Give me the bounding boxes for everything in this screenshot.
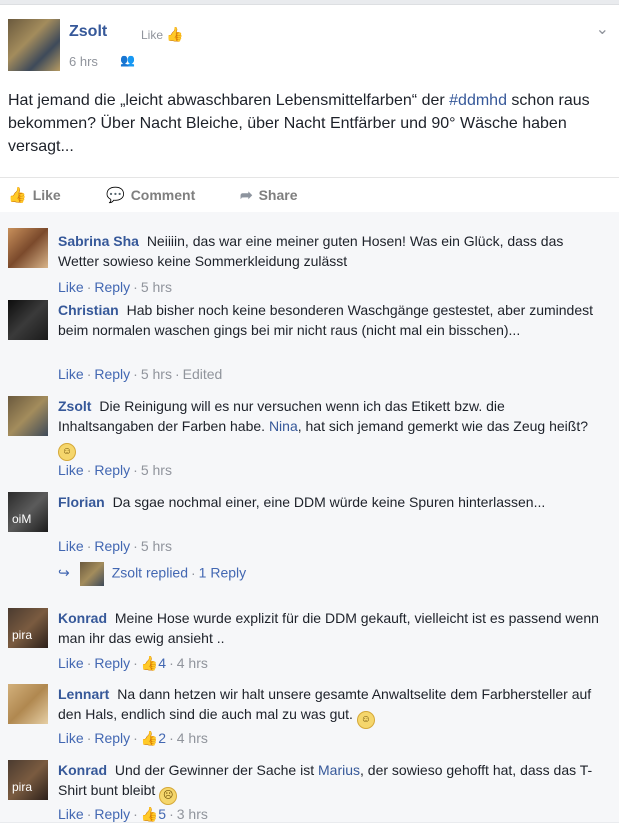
commenter-name[interactable]: Sabrina Sha xyxy=(58,233,139,249)
avatar xyxy=(79,562,104,586)
comment-body: , hat sich jemand gemerkt wie das Zeug h… xyxy=(297,418,588,434)
avatar[interactable] xyxy=(8,228,48,268)
comment-reply-link[interactable]: Reply xyxy=(94,806,130,822)
commenter-name[interactable]: Christian xyxy=(58,302,119,318)
commenter-name[interactable]: Konrad xyxy=(58,762,107,778)
avatar[interactable]: oiM xyxy=(8,492,48,532)
like-count[interactable]: 2 xyxy=(158,730,166,746)
post-text: Hat jemand die „leicht abwaschbaren Lebe… xyxy=(8,89,608,158)
comment-meta: Like · Reply · 5 hrs xyxy=(58,462,172,478)
hashtag-link[interactable]: #ddmhd xyxy=(449,92,507,109)
avatar-label: pira xyxy=(12,628,33,642)
comment-like-link[interactable]: Like xyxy=(58,655,84,671)
comment-text: Konrad Und der Gewinner der Sache ist Ma… xyxy=(58,760,603,805)
comment-like-link[interactable]: Like xyxy=(58,730,84,746)
avatar[interactable]: pira xyxy=(8,760,48,800)
comment-reply-link[interactable]: Reply xyxy=(94,538,130,554)
comment-text: Lennart Na dann hetzen wir halt unsere g… xyxy=(58,684,603,729)
comment-like-link[interactable]: Like xyxy=(58,806,84,822)
comment-text: Christian Hab bisher noch keine besonder… xyxy=(58,300,603,340)
comment-time[interactable]: 4 hrs xyxy=(177,730,208,746)
comment-label: Comment xyxy=(130,187,196,203)
comment-button[interactable]: 💬 Comment xyxy=(106,186,195,204)
commenter-name[interactable]: Konrad xyxy=(58,610,107,626)
comment-meta: Like · Reply · 5 hrs · Edited xyxy=(58,366,223,382)
like-count-icon: 👍 xyxy=(140,655,159,671)
mention-link[interactable]: Marius xyxy=(318,762,360,778)
comment-reply-link[interactable]: Reply xyxy=(94,730,130,746)
post-time[interactable]: 6 hrs xyxy=(69,54,98,69)
like-label: Like xyxy=(32,187,61,203)
share-label: Share xyxy=(258,187,298,203)
mention-link[interactable]: Nina xyxy=(269,418,298,434)
edited-label[interactable]: Edited xyxy=(183,366,223,382)
comment-time[interactable]: 5 hrs xyxy=(141,366,172,382)
like-count[interactable]: 4 xyxy=(158,655,166,671)
like-page-link[interactable]: Like xyxy=(141,28,163,42)
like-count-icon: 👍 xyxy=(140,730,159,746)
share-button[interactable]: ➦ Share xyxy=(240,186,298,204)
comment-text: Florian Da sgae nochmal einer, eine DDM … xyxy=(58,492,603,512)
avatar[interactable]: pira xyxy=(8,608,48,648)
post-author[interactable]: Zsolt xyxy=(69,23,107,41)
author-avatar[interactable] xyxy=(8,19,60,71)
comments-section: Sabrina Sha Neiiiin, das war eine meiner… xyxy=(0,212,619,822)
comment-reply-link[interactable]: Reply xyxy=(94,462,130,478)
comment-body: Na dann hetzen wir halt unsere gesamte A… xyxy=(58,686,592,722)
post-card: Zsolt Like 👍 6 hrs 👥 ⌄ Hat jemand die „l… xyxy=(0,4,619,822)
thumbs-up-icon: 👍 xyxy=(166,26,184,42)
avatar[interactable] xyxy=(8,300,48,340)
post-header: Zsolt Like 👍 6 hrs 👥 ⌄ xyxy=(8,19,611,71)
comment-like-link[interactable]: Like xyxy=(58,366,84,382)
commenter-name[interactable]: Florian xyxy=(58,494,105,510)
post-actions: 👍 Like 💬 Comment ➦ Share xyxy=(0,177,619,213)
comment-reply-link[interactable]: Reply xyxy=(94,279,130,295)
replies-row[interactable]: ↪ Zsolt replied · 1 Reply xyxy=(58,562,246,586)
comment-icon: 💬 xyxy=(106,187,125,204)
smile-emoji-icon: ☺ xyxy=(58,443,76,461)
comment-body: Da sgae nochmal einer, eine DDM würde ke… xyxy=(112,494,546,510)
comment-body: Meine Hose wurde explizit für die DDM ge… xyxy=(58,610,599,646)
avatar-label: oiM xyxy=(12,512,32,526)
comment-text: Zsolt Die Reinigung will es nur versuche… xyxy=(58,396,603,461)
chevron-down-icon[interactable]: ⌄ xyxy=(596,19,609,39)
comment-like-link[interactable]: Like xyxy=(58,279,84,295)
comment-body: Hab bisher noch keine besonderen Waschgä… xyxy=(58,302,594,338)
like-count[interactable]: 5 xyxy=(158,806,166,822)
comment-text: Konrad Meine Hose wurde explizit für die… xyxy=(58,608,603,648)
comment-meta: Like · Reply · 👍5 · 3 hrs xyxy=(58,806,208,822)
comment-meta: Like · Reply · 5 hrs xyxy=(58,538,172,554)
view-replies-link[interactable]: 1 Reply xyxy=(199,565,246,581)
comment-time[interactable]: 5 hrs xyxy=(141,538,172,554)
commenter-name[interactable]: Lennart xyxy=(58,686,109,702)
comment-like-link[interactable]: Like xyxy=(58,538,84,554)
like-button[interactable]: 👍 Like xyxy=(8,186,61,204)
comment-time[interactable]: 4 hrs xyxy=(177,655,208,671)
comment-text: Sabrina Sha Neiiiin, das war eine meiner… xyxy=(58,231,603,271)
comment-like-link[interactable]: Like xyxy=(58,462,84,478)
like-count-icon: 👍 xyxy=(140,806,159,822)
avatar[interactable] xyxy=(8,396,48,436)
reply-arrow-icon: ↪ xyxy=(58,564,70,581)
avatar[interactable] xyxy=(8,684,48,724)
reply-author[interactable]: Zsolt xyxy=(112,565,142,581)
comment-time[interactable]: 5 hrs xyxy=(141,279,172,295)
comment-meta: Like · Reply · 5 hrs xyxy=(58,279,172,295)
comment-reply-link[interactable]: Reply xyxy=(94,366,130,382)
friends-audience-icon: 👥 xyxy=(120,53,135,67)
commenter-name[interactable]: Zsolt xyxy=(58,398,91,414)
comment-body: Und der Gewinner der Sache ist xyxy=(114,762,318,778)
post-text-part: Hat jemand die „leicht abwaschbaren Lebe… xyxy=(8,92,450,109)
smile-emoji-icon: ☺ xyxy=(356,711,375,729)
avatar-label: pira xyxy=(12,780,33,794)
comment-reply-link[interactable]: Reply xyxy=(94,655,130,671)
comment-meta: Like · Reply · 👍2 · 4 hrs xyxy=(58,730,208,746)
thumbs-up-icon: 👍 xyxy=(8,187,27,204)
comment-time[interactable]: 5 hrs xyxy=(141,462,172,478)
comment-time[interactable]: 3 hrs xyxy=(177,806,208,822)
replied-label: replied xyxy=(145,564,188,581)
share-icon: ➦ xyxy=(240,187,253,204)
smile-emoji-icon: ☹ xyxy=(159,787,178,805)
comment-meta: Like · Reply · 👍4 · 4 hrs xyxy=(58,655,208,671)
